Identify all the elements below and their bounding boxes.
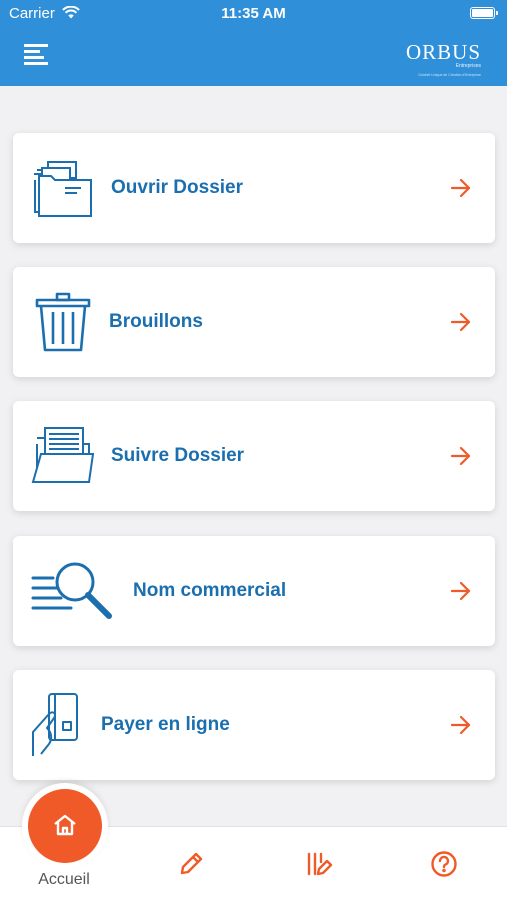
edit-list-icon[interactable]	[305, 850, 333, 878]
help-icon[interactable]	[430, 850, 458, 878]
menu-card-suivre-dossier[interactable]: Suivre Dossier	[13, 401, 495, 511]
orbus-logo: ORBUS Entreprises Guichet Unique de Créa…	[405, 40, 481, 77]
trash-icon	[35, 292, 91, 352]
tab-accueil-label: Accueil	[38, 871, 90, 888]
card-label-nom-commercial: Nom commercial	[133, 580, 287, 601]
menu-card-brouillons[interactable]: Brouillons	[13, 267, 495, 377]
hamburger-menu-icon[interactable]	[24, 44, 48, 66]
arrow-right-icon	[450, 446, 471, 466]
arrow-right-icon	[450, 715, 471, 735]
card-payment-icon	[32, 693, 78, 756]
document-folder-icon	[31, 427, 95, 483]
battery-icon	[470, 7, 498, 19]
arrow-right-icon	[450, 178, 471, 198]
menu-card-ouvrir-dossier[interactable]: Ouvrir Dossier	[13, 133, 495, 243]
arrow-right-icon	[450, 581, 471, 601]
home-icon	[54, 814, 76, 836]
clock: 11:35 AM	[221, 5, 286, 22]
card-label-brouillons: Brouillons	[109, 311, 203, 332]
status-bar: Carrier 11:35 AM	[0, 0, 507, 28]
tab-accueil[interactable]	[28, 789, 102, 863]
arrow-right-icon	[450, 312, 471, 332]
pencil-icon[interactable]	[177, 850, 205, 878]
search-magnifier-icon	[31, 562, 112, 619]
card-label-payer-en-ligne: Payer en ligne	[101, 714, 230, 735]
menu-card-nom-commercial[interactable]: Nom commercial	[13, 536, 495, 646]
card-label-ouvrir-dossier: Ouvrir Dossier	[111, 177, 243, 198]
menu-card-payer-en-ligne[interactable]: Payer en ligne	[13, 670, 495, 780]
open-folder-icon	[34, 161, 92, 217]
card-label-suivre-dossier: Suivre Dossier	[111, 445, 245, 466]
